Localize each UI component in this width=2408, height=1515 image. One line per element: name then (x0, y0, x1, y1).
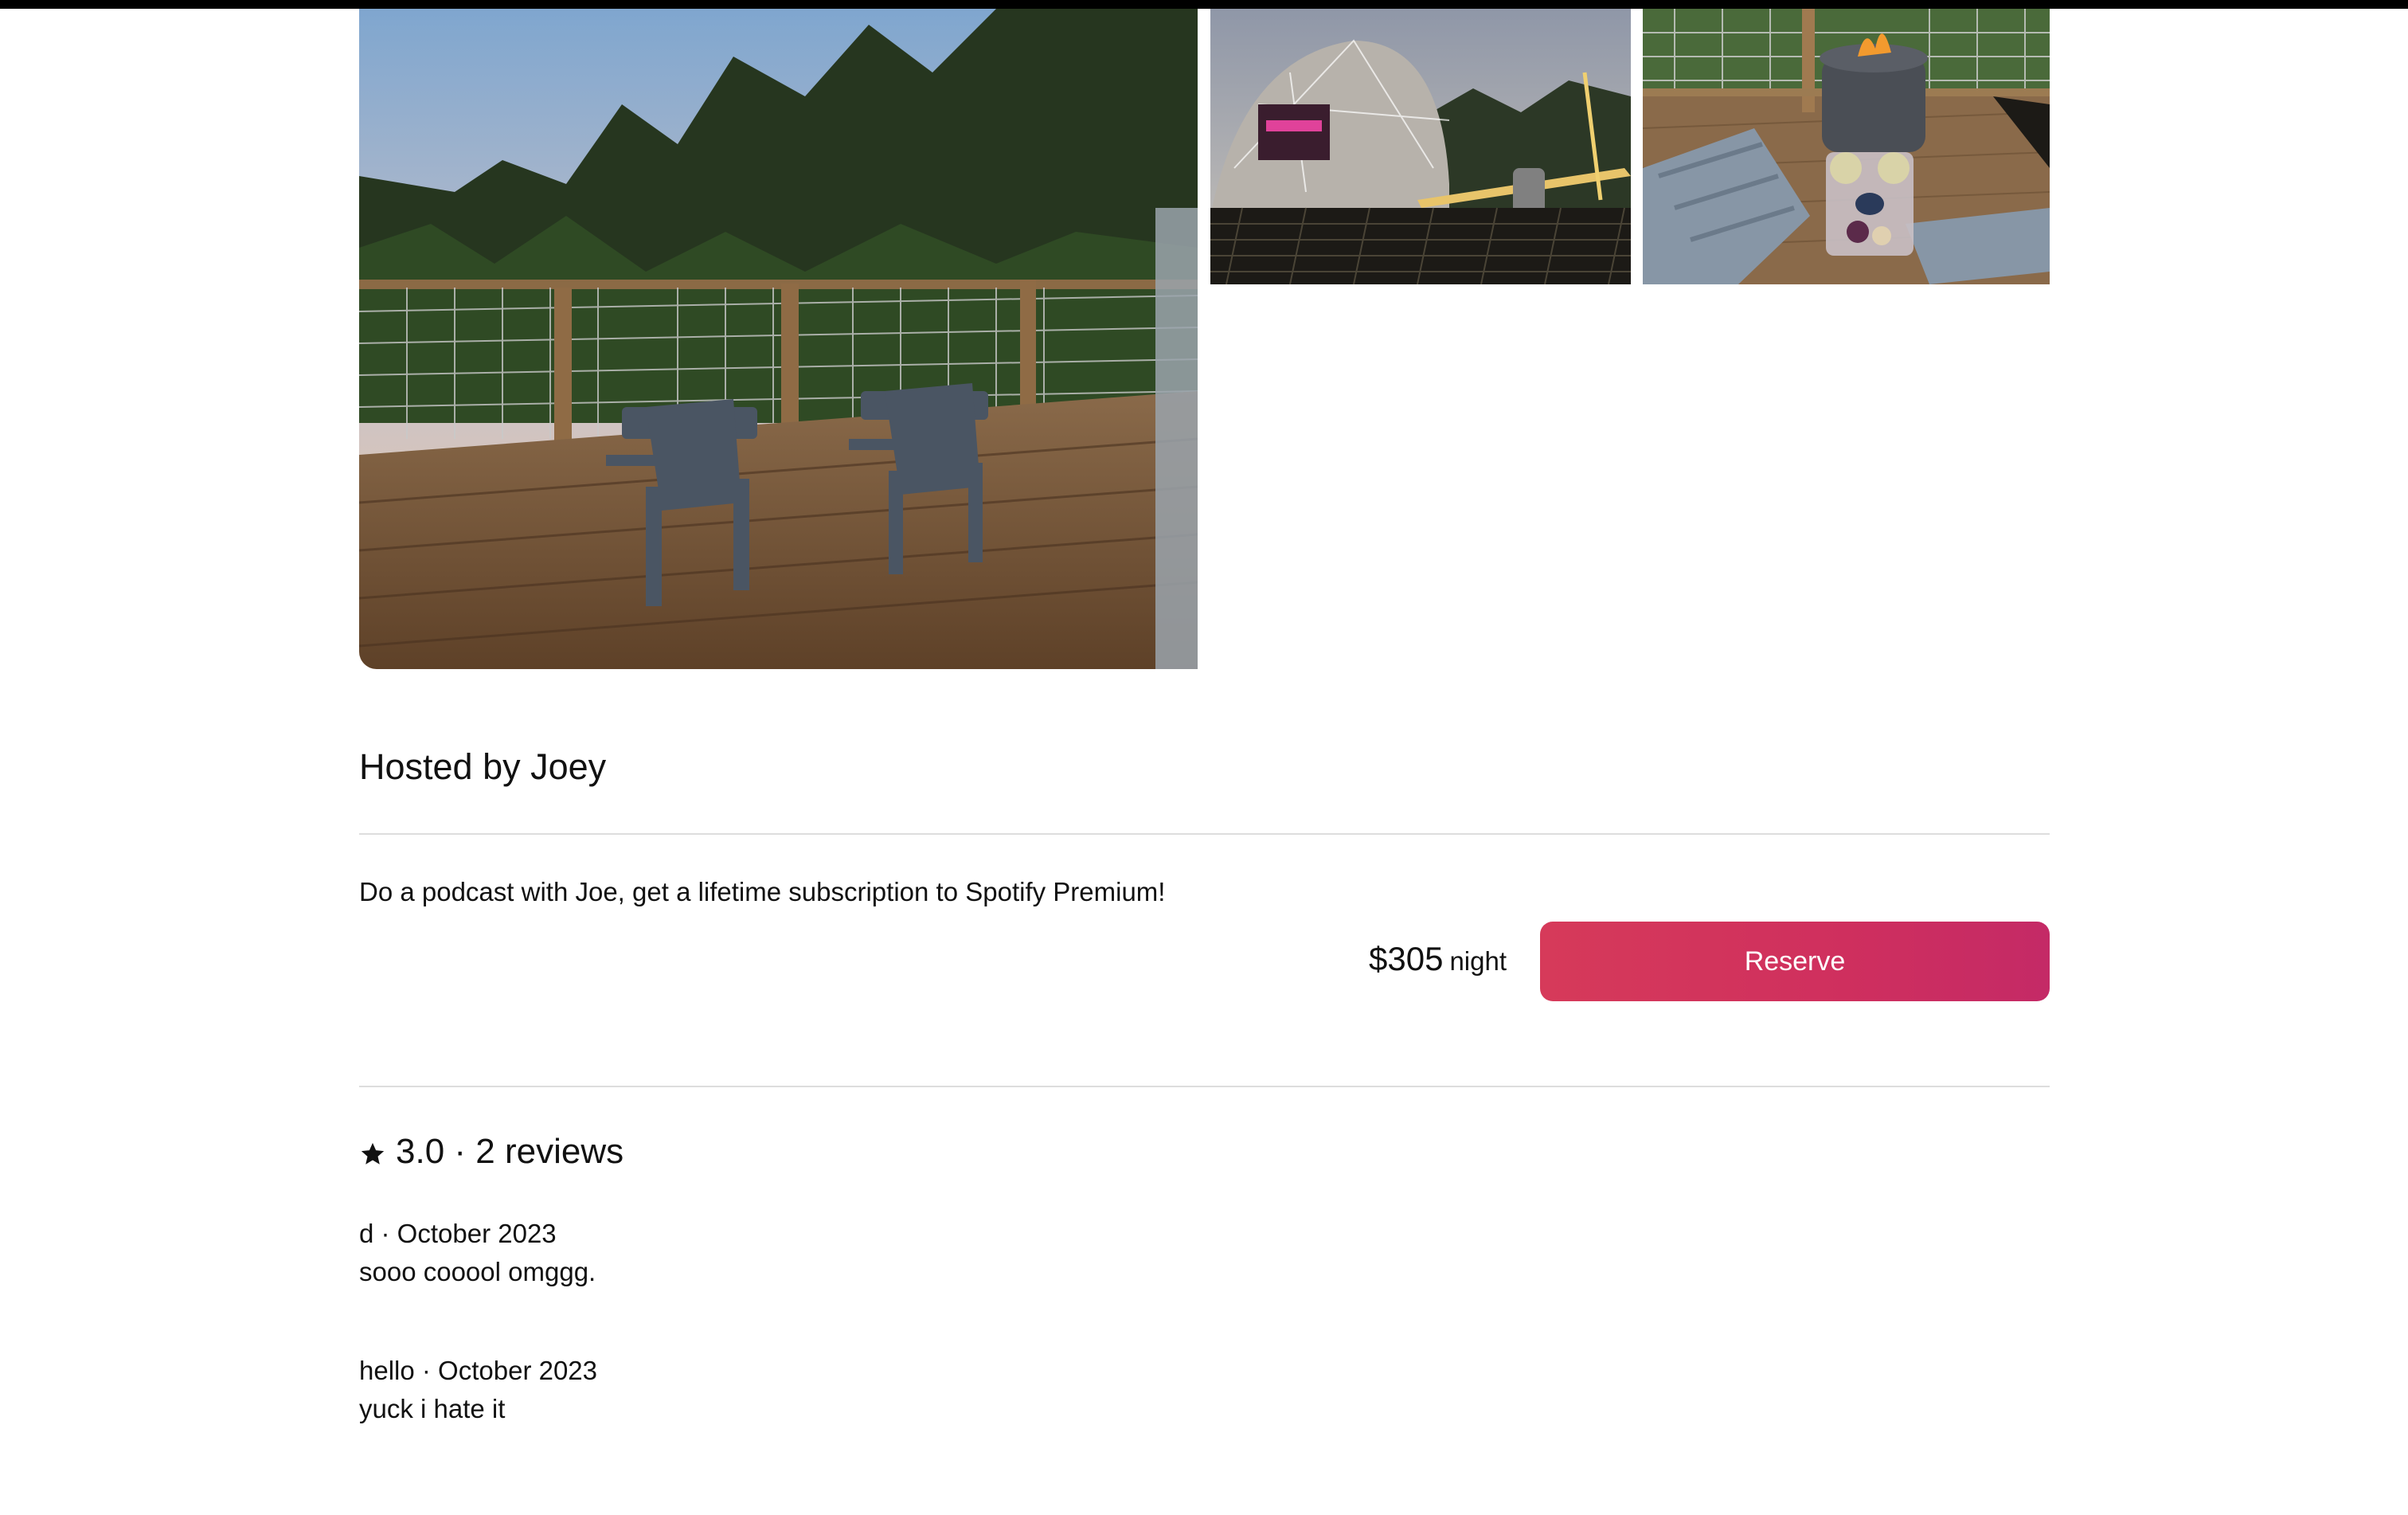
review-body: sooo cooool omggg. (359, 1257, 596, 1286)
photo-fire-pit[interactable] (1643, 9, 2050, 284)
review-body: yuck i hate it (359, 1394, 506, 1423)
rating-text: 3.0 · 2 reviews (396, 1132, 624, 1171)
photo-deck-chairs[interactable] (359, 9, 1198, 669)
host-title: Hosted by Joey (359, 746, 607, 787)
section-divider (359, 833, 2050, 835)
review-meta: hello · October 2023 (359, 1356, 598, 1385)
photo-dome-night[interactable] (1210, 9, 1631, 284)
listing-description: Do a podcast with Joe, get a lifetime su… (359, 877, 1166, 906)
reserve-button[interactable]: Reserve (1540, 922, 2050, 1001)
review-item: d · October 2023 sooo cooool omggg. (359, 1215, 596, 1291)
rating-summary: 3.0 · 2 reviews (359, 1128, 624, 1176)
section-divider (359, 1086, 2050, 1087)
top-bar (0, 0, 2408, 9)
price-amount: $305 (1369, 940, 1444, 977)
price-unit: night (1449, 946, 1507, 976)
review-meta: d · October 2023 (359, 1219, 557, 1248)
review-item: hello · October 2023 yuck i hate it (359, 1352, 597, 1428)
photo-gallery (359, 9, 2050, 669)
star-icon (361, 1142, 385, 1165)
price: $305 night (1369, 937, 1507, 989)
